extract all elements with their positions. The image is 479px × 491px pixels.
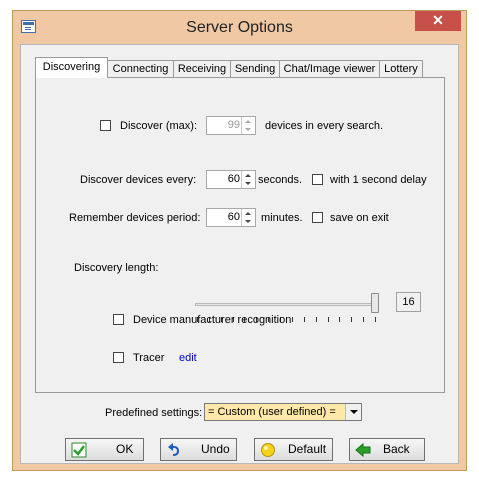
- back-button[interactable]: Back: [349, 438, 425, 461]
- tab-lottery[interactable]: Lottery: [379, 60, 423, 77]
- slider-tick: [375, 317, 376, 322]
- discovery-length-slider-thumb[interactable]: [371, 293, 379, 313]
- discover-max-label: Discover (max):: [120, 120, 198, 132]
- discover-max-checkbox[interactable]: [100, 120, 111, 131]
- slider-tick: [316, 317, 317, 322]
- spinner-arrows-icon[interactable]: [241, 171, 255, 188]
- default-icon: [260, 442, 276, 458]
- slider-tick: [328, 317, 329, 322]
- discovery-length-slider-track[interactable]: [195, 303, 376, 306]
- slider-tick: [339, 317, 340, 322]
- tab-sending[interactable]: Sending: [230, 60, 280, 77]
- default-button[interactable]: Default: [254, 438, 333, 461]
- remember-period-spinner[interactable]: 60: [206, 208, 256, 227]
- default-button-label: Default: [288, 442, 327, 456]
- undo-button-label: Undo: [201, 442, 230, 456]
- check-icon: [71, 442, 87, 458]
- spinner-arrows-icon[interactable]: [241, 117, 255, 134]
- title-bar[interactable]: Server Options ✕: [13, 11, 466, 45]
- discover-every-unit: seconds.: [258, 174, 303, 186]
- tab-discovering[interactable]: Discovering: [35, 57, 108, 78]
- remember-period-value: 60: [227, 211, 240, 223]
- slider-tick: [304, 317, 305, 322]
- undo-button[interactable]: Undo: [160, 438, 237, 461]
- discovering-panel: Discover (max): 99 devices in every sear…: [35, 77, 445, 393]
- slider-tick: [351, 317, 352, 322]
- remember-period-label: Remember devices period:: [69, 212, 201, 224]
- back-button-label: Back: [383, 442, 410, 456]
- tracer-label: Tracer: [133, 352, 165, 364]
- back-arrow-icon: [355, 442, 371, 458]
- save-on-exit-label: save on exit: [330, 212, 389, 224]
- ok-button[interactable]: OK: [65, 438, 144, 461]
- tab-receiving[interactable]: Receiving: [173, 60, 231, 77]
- predefined-settings-value: = Custom (user defined) =: [208, 406, 336, 418]
- discover-max-spinner[interactable]: 99: [206, 116, 256, 135]
- discover-every-label: Discover devices every:: [80, 174, 197, 186]
- chevron-down-icon[interactable]: [345, 404, 361, 420]
- one-second-delay-checkbox[interactable]: [312, 174, 323, 185]
- discover-every-spinner[interactable]: 60: [206, 170, 256, 189]
- manufacturer-recognition-label: Device manufacturer recognition: [133, 314, 292, 326]
- predefined-settings-select[interactable]: = Custom (user defined) =: [204, 403, 362, 421]
- predefined-settings-label: Predefined settings:: [105, 407, 203, 419]
- undo-icon: [166, 442, 182, 458]
- one-second-delay-label: with 1 second delay: [330, 174, 427, 186]
- tab-chat-image-viewer[interactable]: Chat/Image viewer: [279, 60, 380, 77]
- discover-max-suffix: devices in every search.: [265, 120, 383, 132]
- remember-period-unit: minutes.: [261, 212, 303, 224]
- tracer-edit-link[interactable]: edit: [179, 352, 197, 365]
- ok-button-label: OK: [116, 442, 134, 456]
- close-button[interactable]: ✕: [415, 11, 461, 31]
- dialog-client-area: Discovering Connecting Receiving Sending…: [20, 44, 459, 464]
- tracer-checkbox[interactable]: [113, 352, 124, 363]
- discovery-length-value: 16: [396, 292, 421, 312]
- manufacturer-recognition-checkbox[interactable]: [113, 314, 124, 325]
- discovery-length-label: Discovery length:: [74, 262, 159, 274]
- window-title: Server Options: [186, 19, 293, 36]
- slider-tick: [292, 317, 293, 322]
- spinner-arrows-icon[interactable]: [241, 209, 255, 226]
- discover-every-value: 60: [227, 173, 240, 185]
- save-on-exit-checkbox[interactable]: [312, 212, 323, 223]
- tab-connecting[interactable]: Connecting: [107, 60, 174, 77]
- discover-max-value: 99: [227, 119, 240, 131]
- server-options-window: Server Options ✕ Discovering Connecting …: [12, 10, 467, 471]
- slider-tick: [363, 317, 364, 322]
